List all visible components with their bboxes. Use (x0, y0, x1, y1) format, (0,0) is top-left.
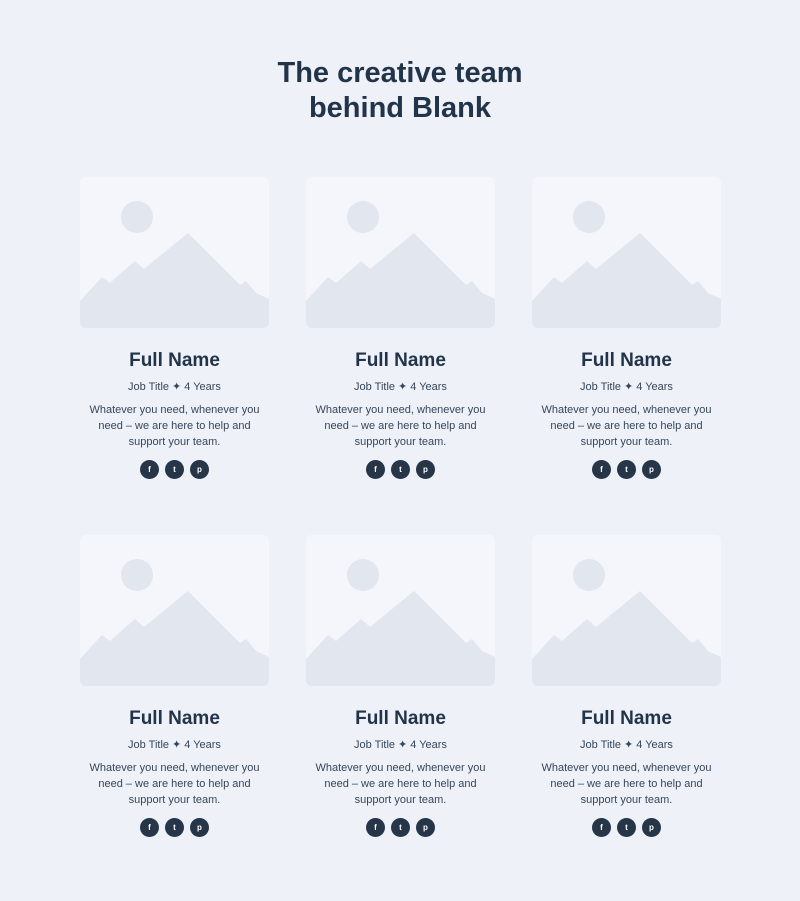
twitter-icon[interactable]: t (165, 818, 184, 837)
image-placeholder-icon (532, 535, 721, 686)
social-links: f t p (306, 460, 495, 479)
member-job-title: Job Title (128, 381, 170, 393)
social-links: f t p (306, 818, 495, 837)
member-name: Full Name (129, 350, 220, 371)
image-placeholder-icon (80, 177, 269, 328)
member-meta: Job Title ✦ 4 Years (80, 380, 269, 394)
section-title-line-2: behind Blank (308, 92, 492, 124)
team-member-card: Full Name Job Title ✦ 4 Years Whatever you… (532, 177, 721, 535)
facebook-icon[interactable]: f (366, 460, 385, 479)
pinterest-icon[interactable]: p (190, 818, 209, 837)
member-job-title: Job Title (354, 381, 396, 393)
facebook-icon[interactable]: f (140, 460, 159, 479)
member-name: Full Name (581, 350, 672, 371)
pinterest-icon[interactable]: p (642, 460, 661, 479)
member-bio: Whatever you need, whenever you need – w… (315, 404, 486, 448)
member-name: Full Name (355, 350, 446, 371)
member-meta: Job Title ✦ 4 Years (306, 380, 495, 394)
member-meta: Job Title ✦ 4 Years (306, 738, 495, 752)
pinterest-icon[interactable]: p (416, 818, 435, 837)
member-experience: 4 Years (184, 739, 221, 751)
member-experience: 4 Years (410, 739, 447, 751)
sparkle-separator-icon: ✦ (624, 739, 634, 751)
member-job-title: Job Title (354, 739, 396, 751)
twitter-icon[interactable]: t (165, 460, 184, 479)
member-meta: Job Title ✦ 4 Years (532, 380, 721, 394)
member-bio: Whatever you need, whenever you need – w… (89, 404, 260, 448)
sparkle-separator-icon: ✦ (172, 381, 182, 393)
team-member-card: Full Name Job Title ✦ 4 Years Whatever you… (80, 535, 269, 893)
team-section: The creative team behind Blank Full Name… (0, 0, 800, 901)
member-job-title: Job Title (580, 381, 622, 393)
member-name: Full Name (355, 708, 446, 729)
twitter-icon[interactable]: t (617, 818, 636, 837)
pinterest-icon[interactable]: p (416, 460, 435, 479)
member-experience: 4 Years (410, 381, 447, 393)
social-links: f t p (532, 460, 721, 479)
member-name: Full Name (581, 708, 672, 729)
social-links: f t p (80, 818, 269, 837)
member-bio: Whatever you need, whenever you need – w… (89, 762, 260, 806)
social-links: f t p (532, 818, 721, 837)
member-bio: Whatever you need, whenever you need – w… (541, 762, 712, 806)
section-title: The creative team behind Blank (0, 56, 800, 126)
member-job-title: Job Title (128, 739, 170, 751)
sparkle-separator-icon: ✦ (624, 381, 634, 393)
image-placeholder-icon (532, 177, 721, 328)
sparkle-separator-icon: ✦ (398, 739, 408, 751)
sparkle-separator-icon: ✦ (172, 739, 182, 751)
facebook-icon[interactable]: f (592, 460, 611, 479)
twitter-icon[interactable]: t (391, 460, 410, 479)
image-placeholder-icon (306, 535, 495, 686)
team-member-card: Full Name Job Title ✦ 4 Years Whatever you… (532, 535, 721, 893)
pinterest-icon[interactable]: p (642, 818, 661, 837)
section-title-line-1: The creative team (277, 57, 523, 89)
sparkle-separator-icon: ✦ (398, 381, 408, 393)
social-links: f t p (80, 460, 269, 479)
image-placeholder-icon (306, 177, 495, 328)
member-meta: Job Title ✦ 4 Years (80, 738, 269, 752)
member-job-title: Job Title (580, 739, 622, 751)
member-bio: Whatever you need, whenever you need – w… (315, 762, 486, 806)
team-grid: Full Name Job Title ✦ 4 Years Whatever you… (80, 177, 721, 893)
twitter-icon[interactable]: t (391, 818, 410, 837)
member-experience: 4 Years (636, 381, 673, 393)
member-experience: 4 Years (636, 739, 673, 751)
team-member-card: Full Name Job Title ✦ 4 Years Whatever you… (306, 535, 495, 893)
member-name: Full Name (129, 708, 220, 729)
facebook-icon[interactable]: f (592, 818, 611, 837)
pinterest-icon[interactable]: p (190, 460, 209, 479)
image-placeholder-icon (80, 535, 269, 686)
team-member-card: Full Name Job Title ✦ 4 Years Whatever you… (306, 177, 495, 535)
team-member-card: Full Name Job Title ✦ 4 Years Whatever you… (80, 177, 269, 535)
facebook-icon[interactable]: f (366, 818, 385, 837)
member-bio: Whatever you need, whenever you need – w… (541, 404, 712, 448)
member-experience: 4 Years (184, 381, 221, 393)
twitter-icon[interactable]: t (617, 460, 636, 479)
facebook-icon[interactable]: f (140, 818, 159, 837)
member-meta: Job Title ✦ 4 Years (532, 738, 721, 752)
